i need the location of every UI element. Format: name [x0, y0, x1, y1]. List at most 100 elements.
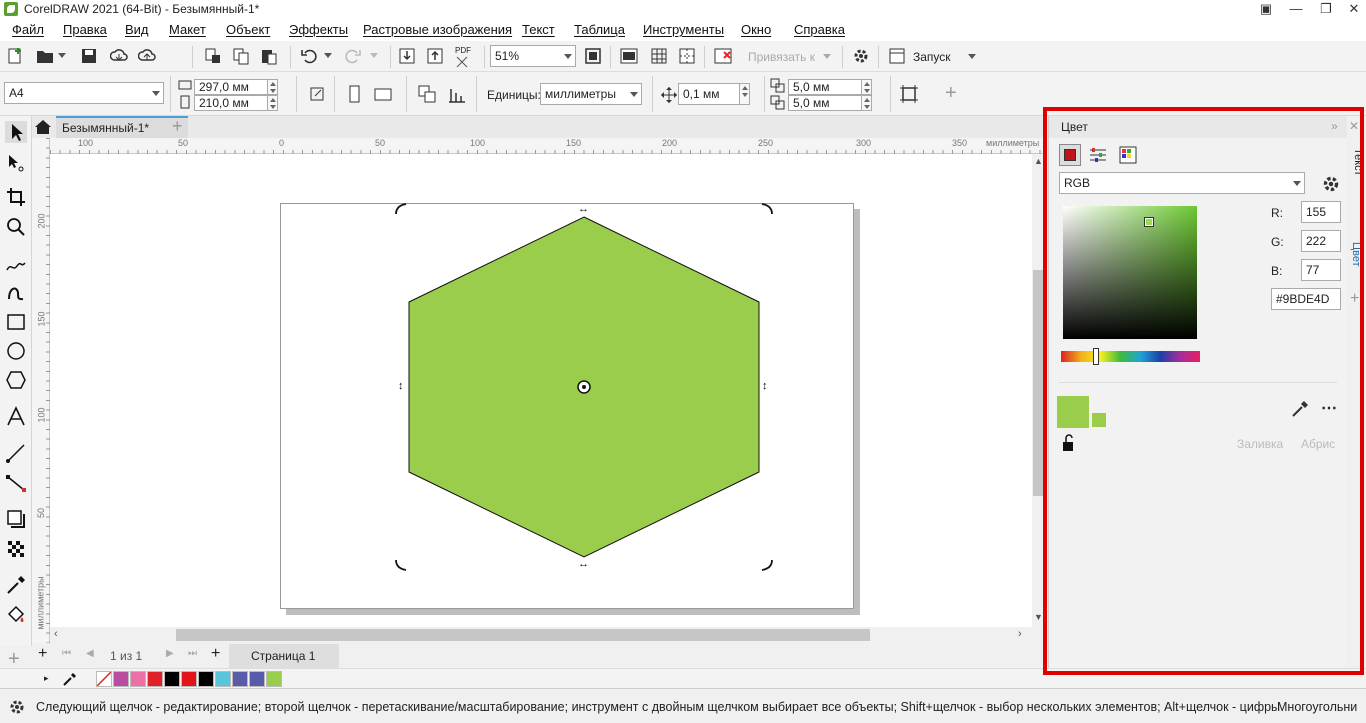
- save-icon[interactable]: [80, 47, 98, 65]
- duplicate-x-field[interactable]: 5,0 мм: [788, 79, 862, 95]
- snap-dropdown-icon[interactable]: [823, 54, 831, 59]
- palette-swatch[interactable]: [215, 671, 231, 687]
- portrait-icon[interactable]: [345, 85, 363, 103]
- outline-button[interactable]: Абрис: [1301, 437, 1335, 451]
- scroll-left-icon[interactable]: ‹: [54, 628, 58, 640]
- connector-tool-icon[interactable]: [5, 472, 27, 494]
- palette-swatch[interactable]: [249, 671, 265, 687]
- pick-tool-icon[interactable]: [5, 121, 27, 143]
- menu-file[interactable]: Файл: [12, 22, 44, 37]
- color-sliders-icon[interactable]: [1089, 146, 1107, 164]
- launch-label[interactable]: Запуск: [913, 50, 951, 64]
- page-width-spinner[interactable]: [268, 79, 278, 95]
- hex-value-field[interactable]: #9BDE4D: [1271, 288, 1341, 310]
- rotation-center-icon[interactable]: [577, 380, 591, 394]
- open-dropdown-icon[interactable]: [58, 53, 66, 58]
- ellipse-tool-icon[interactable]: [5, 340, 27, 362]
- nudge-field[interactable]: 0,1 мм: [678, 83, 740, 105]
- transparency-tool-icon[interactable]: [5, 538, 27, 560]
- menu-help[interactable]: Справка: [794, 22, 845, 37]
- side-tab-color[interactable]: Цвет: [1348, 228, 1364, 298]
- hue-slider[interactable]: [1061, 348, 1200, 365]
- snap-to-label[interactable]: Привязать к: [748, 50, 815, 64]
- palette-swatch[interactable]: [266, 671, 282, 687]
- all-pages-icon[interactable]: [308, 85, 326, 103]
- cloud-download-icon[interactable]: [110, 47, 128, 65]
- nudge-spinner[interactable]: [740, 83, 750, 105]
- export-pdf-button[interactable]: PDF: [455, 46, 471, 55]
- export-icon[interactable]: [426, 47, 444, 65]
- page-tab[interactable]: Страница 1: [229, 644, 339, 668]
- docker-expand-icon[interactable]: »: [1331, 119, 1338, 133]
- duplicate-y-field[interactable]: 5,0 мм: [788, 95, 862, 111]
- more-options-icon[interactable]: ⋯: [1321, 398, 1337, 418]
- account-icon[interactable]: ▣: [1252, 0, 1280, 18]
- undo-icon[interactable]: [300, 47, 318, 65]
- menu-view[interactable]: Вид: [125, 22, 149, 37]
- palette-eyedropper-icon[interactable]: [62, 671, 78, 687]
- page-height-spinner[interactable]: [268, 95, 278, 111]
- side-tab-text[interactable]: Текст: [1348, 148, 1364, 208]
- polygon-tool-icon[interactable]: [5, 369, 27, 391]
- cut-icon[interactable]: [204, 47, 222, 65]
- show-grid-icon[interactable]: [650, 47, 668, 65]
- copy-icon[interactable]: [232, 47, 250, 65]
- menu-table[interactable]: Таблица: [574, 22, 625, 37]
- docker-close-icon[interactable]: ✕: [1349, 119, 1359, 133]
- drawing-canvas[interactable]: ↔ ↔ ↕ ↕: [50, 154, 1032, 627]
- document-tab[interactable]: Безымянный-1*: [56, 116, 188, 138]
- fill-button[interactable]: Заливка: [1237, 437, 1283, 451]
- horizontal-scroll-thumb[interactable]: [176, 629, 870, 641]
- color-field[interactable]: [1063, 206, 1197, 339]
- last-page-icon[interactable]: ⏭: [188, 648, 197, 659]
- palette-swatch[interactable]: [164, 671, 180, 687]
- vertical-ruler[interactable]: 200 150 100 50 миллиметры: [32, 138, 50, 643]
- skew-handle-bottom[interactable]: ↔: [578, 558, 589, 570]
- horizontal-scrollbar[interactable]: ‹ ›: [50, 627, 1032, 643]
- minimize-button[interactable]: —: [1282, 0, 1310, 18]
- add-page-before-button[interactable]: +: [38, 645, 47, 663]
- freehand-tool-icon[interactable]: [5, 252, 27, 274]
- scroll-up-icon[interactable]: ▲: [1034, 156, 1043, 166]
- add-toolbar-button[interactable]: +: [945, 82, 957, 105]
- rotate-handle-bottom-left[interactable]: [394, 558, 408, 572]
- menu-edit[interactable]: Правка: [63, 22, 107, 37]
- new-document-icon[interactable]: [6, 47, 24, 65]
- add-page-after-button[interactable]: +: [211, 645, 220, 663]
- status-gear-icon[interactable]: [8, 698, 26, 716]
- palette-swatch[interactable]: [232, 671, 248, 687]
- new-tab-button[interactable]: +: [172, 116, 183, 137]
- next-page-icon[interactable]: ▶: [166, 648, 174, 659]
- zoom-tool-icon[interactable]: [5, 216, 27, 238]
- interactive-fill-icon[interactable]: [5, 604, 27, 626]
- bar-chart-icon[interactable]: [448, 85, 466, 103]
- redo-dropdown-icon[interactable]: [370, 53, 378, 58]
- horizontal-ruler[interactable]: 100 50 0 50 100 150 200 250 300 350 милл…: [50, 138, 1044, 154]
- scroll-right-icon[interactable]: ›: [1018, 628, 1022, 640]
- artistic-media-icon[interactable]: [5, 282, 27, 304]
- drop-shadow-icon[interactable]: [5, 508, 27, 530]
- red-value-field[interactable]: 155: [1301, 201, 1341, 223]
- palette-swatch[interactable]: [130, 671, 146, 687]
- docker-options-gear-icon[interactable]: [1321, 174, 1341, 194]
- prev-page-icon[interactable]: ◀: [86, 648, 94, 659]
- duplicate-x-spinner[interactable]: [862, 79, 872, 95]
- scroll-down-icon[interactable]: ▼: [1034, 612, 1043, 622]
- docker-eyedropper-icon[interactable]: [1291, 400, 1309, 418]
- zoom-combo[interactable]: 51%: [490, 45, 576, 67]
- undo-dropdown-icon[interactable]: [324, 53, 332, 58]
- units-combo[interactable]: миллиметры: [540, 83, 642, 105]
- menu-bitmaps[interactable]: Растровые изображения: [363, 22, 512, 37]
- page-size-combo[interactable]: A4: [4, 82, 164, 104]
- color-field-marker[interactable]: [1144, 217, 1154, 227]
- rotate-handle-top-right[interactable]: [760, 202, 774, 216]
- no-color-swatch[interactable]: [96, 671, 112, 687]
- vertical-scrollbar[interactable]: ▲ ▼: [1032, 154, 1044, 627]
- crop-tool-icon[interactable]: [5, 186, 27, 208]
- show-guidelines-icon[interactable]: [678, 47, 696, 65]
- bleed-edge-icon[interactable]: [900, 85, 918, 103]
- skew-handle-left[interactable]: ↕: [398, 380, 404, 392]
- palette-swatch[interactable]: [181, 671, 197, 687]
- first-page-icon[interactable]: ⏮: [62, 648, 71, 659]
- skew-handle-right[interactable]: ↕: [762, 380, 768, 392]
